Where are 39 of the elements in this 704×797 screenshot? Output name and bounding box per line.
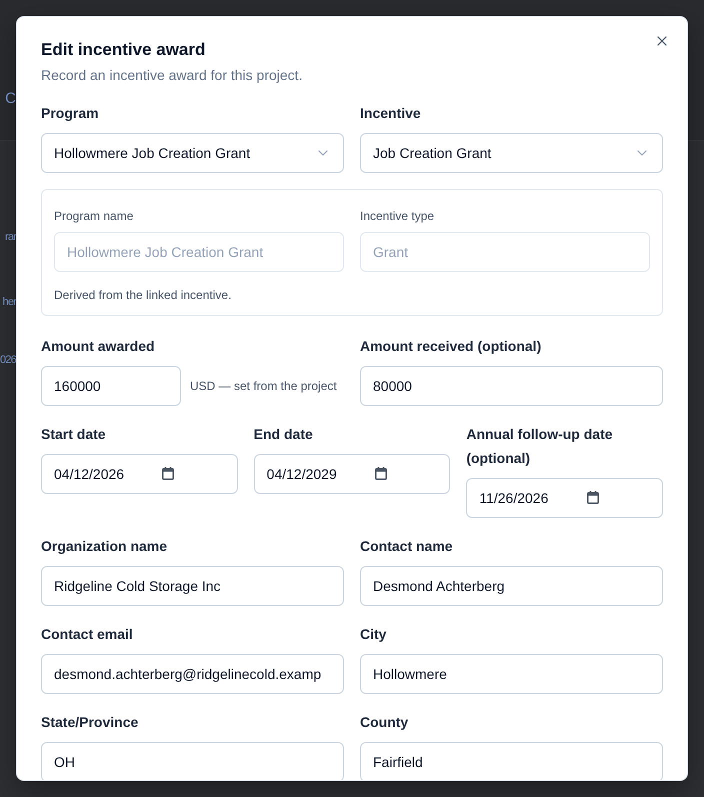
field-label: Amount received (optional)	[360, 337, 542, 356]
dialog-description: Record an incentive award for this project.	[41, 66, 302, 85]
field-label: Program name	[54, 208, 134, 225]
field-label: Incentive	[360, 104, 421, 123]
text-input[interactable]: Fairfield	[360, 742, 663, 780]
dialog-title: Edit incentive award	[41, 41, 206, 59]
text-fragment: 026	[0, 353, 16, 367]
helper-text: Derived from the linked incentive.	[54, 287, 232, 303]
field-label: Program	[41, 104, 99, 123]
text-fragment: rar	[4, 230, 16, 244]
field-label: State/Province	[41, 713, 138, 732]
field-label: City	[360, 625, 386, 644]
date-field[interactable]: 11/26/2026	[466, 478, 663, 518]
amount-input[interactable]: 160000	[41, 366, 181, 406]
currency-hint: USD — set from the project	[190, 378, 337, 394]
field-label: Incentive type	[360, 208, 434, 225]
field-label: County	[360, 713, 408, 732]
calendar-icon[interactable]	[587, 491, 600, 504]
text-input[interactable]: 80000	[360, 366, 663, 406]
text-input[interactable]: Desmond Achterberg	[360, 566, 663, 606]
calendar-icon[interactable]	[162, 467, 174, 480]
text-input[interactable]: desmond.achterberg@ridgelinecold.examp	[41, 654, 344, 694]
date-field[interactable]: 04/12/2026	[41, 454, 238, 494]
calendar-icon[interactable]	[374, 467, 387, 480]
field-label: Organization name	[41, 537, 168, 556]
dropdown[interactable]: Hollowmere Job Creation Grant	[41, 133, 344, 173]
text-input[interactable]: Hollowmere	[360, 654, 663, 694]
date-field[interactable]: 04/12/2029	[254, 454, 450, 494]
field-label: Annual follow-up date (optional)	[466, 425, 614, 468]
field-label: Contact email	[41, 625, 133, 644]
field-label: End date	[254, 425, 313, 444]
text-input[interactable]: OH	[41, 742, 344, 780]
text-fragment: C	[4, 92, 16, 106]
field-label: Start date	[41, 425, 106, 444]
field-label: Contact name	[360, 537, 453, 556]
text-fragment: her	[2, 295, 16, 309]
dropdown[interactable]: Job Creation Grant	[360, 133, 663, 173]
text-input[interactable]: Ridgeline Cold Storage Inc	[41, 566, 344, 606]
field-label: Amount awarded	[41, 337, 155, 356]
